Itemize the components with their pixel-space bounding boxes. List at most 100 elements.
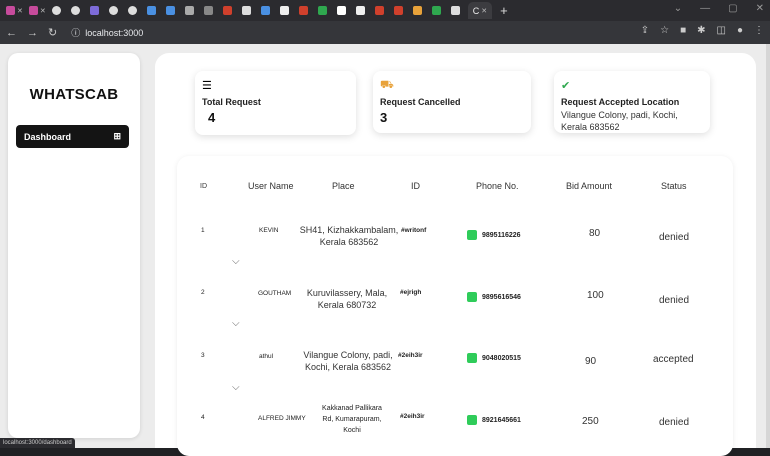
browser-tab[interactable] [392,2,409,19]
github-favicon-icon [70,6,80,15]
tab-close-icon[interactable]: ✕ [481,7,487,15]
row-status: denied [659,417,690,428]
link-status-bar: localhost:3000/dashboard [0,438,75,448]
main-content: ☰ Total Request 4 ⛟ Request Cancelled 3 … [155,53,756,456]
browser-tab[interactable] [430,2,447,19]
browser-tab[interactable]: ✕ [4,2,25,19]
column-header-phone: Phone No. [476,181,519,191]
maximize-icon[interactable]: ▢ [728,3,737,14]
row-id: 2 [201,289,205,296]
site-info-icon[interactable]: ⓘ [71,26,80,39]
site-favicon-icon [450,6,460,15]
site-favicon-icon [203,6,213,15]
stat-card-accepted-location: ✔ Request Accepted Location Vilangue Col… [554,71,710,133]
browser-tab[interactable] [373,2,390,19]
tab-close-icon[interactable]: ✕ [40,7,46,15]
browser-tab[interactable] [164,2,181,19]
row-id: 4 [201,414,205,421]
grid-icon: ⊞ [113,131,121,141]
menu-kebab-icon[interactable]: ⋮ [754,25,764,36]
sidepanel-icon[interactable]: ◫ [717,25,726,36]
new-tab-button[interactable]: + [500,3,508,18]
stat-label: Request Cancelled [380,97,461,107]
row-phone[interactable]: 8921645661 [467,415,521,425]
site-favicon-icon [374,6,384,15]
browser-tab[interactable] [354,2,371,19]
tab-close-icon[interactable]: ✕ [17,7,23,15]
row-ref-id: #2eih3ir [398,352,423,359]
address-bar-row: ← → ↻ ⓘ localhost:3000 ⇪ ☆ ■ ✱ ◫ ● ⋮ [0,21,770,44]
browser-tab[interactable] [50,2,67,19]
sidebar: WHATSCAB Dashboard ⊞ [8,53,140,438]
row-place: Kuruvilassery, Mala, Kerala 680732 [306,288,388,310]
row-phone[interactable]: 9048020515 [467,353,521,363]
row-bid: 90 [585,356,597,367]
browser-tab-strip: ✕ ✕ C ✕ + ⌄ — ▢ ✕ [0,0,770,21]
close-window-icon[interactable]: ✕ [756,3,764,14]
server-icon: ☰ [202,80,212,92]
expand-row-chevron-icon[interactable]: ⌵ [232,382,240,393]
browser-tab[interactable] [221,2,238,19]
expand-row-chevron-icon[interactable]: ⌵ [232,256,240,267]
browser-tab[interactable] [259,2,276,19]
site-favicon-icon [393,6,403,15]
site-favicon-icon [184,6,194,15]
tab-search-icon[interactable]: ⌄ [674,3,682,14]
row-ref-id: #2eih3ir [400,413,425,420]
stat-location: Vilangue Colony, padi, Kochi, Kerala 683… [561,110,678,132]
browser-tab[interactable] [335,2,352,19]
active-tab-label: C [472,5,480,16]
profile-avatar-icon[interactable]: ● [737,25,743,36]
row-ref-id: #writonf [401,227,427,234]
active-browser-tab[interactable]: C ✕ [467,2,493,19]
expand-row-chevron-icon[interactable]: ⌵ [232,318,240,329]
toolbar-icons: ⇪ ☆ ■ ✱ ◫ ● ⋮ [641,25,764,36]
extension-icon[interactable]: ■ [680,25,686,36]
browser-tab[interactable] [316,2,333,19]
browser-tab[interactable] [278,2,295,19]
browser-tab[interactable] [240,2,257,19]
browser-tab[interactable] [202,2,219,19]
site-favicon-icon [241,6,251,15]
row-user: ALFRED JIMMY [258,415,306,422]
extensions-puzzle-icon[interactable]: ✱ [697,25,705,36]
back-icon[interactable]: ← [6,27,17,39]
browser-tab[interactable]: ✕ [27,2,48,19]
whatsapp-icon [467,415,477,425]
bookmark-star-icon[interactable]: ☆ [660,25,669,36]
share-icon[interactable]: ⇪ [641,25,649,36]
browser-tab[interactable] [449,2,466,19]
url-field[interactable]: ⓘ localhost:3000 [71,26,143,39]
whatsapp-icon [467,292,477,302]
row-status: denied [659,232,690,243]
row-phone[interactable]: 9895616546 [467,292,521,302]
site-favicon-icon [89,6,99,15]
row-phone[interactable]: 9895116226 [467,230,521,240]
site-favicon-icon [355,6,365,15]
browser-tab[interactable] [297,2,314,19]
browser-tab[interactable] [411,2,428,19]
page-scrollbar[interactable] [766,44,770,448]
row-bid: 80 [589,228,601,239]
browser-tab[interactable] [126,2,143,19]
window-controls: ⌄ — ▢ ✕ [674,3,764,14]
browser-tab[interactable] [69,2,86,19]
browser-tab[interactable] [145,2,162,19]
github-favicon-icon [127,6,137,15]
sidebar-item-dashboard[interactable]: Dashboard ⊞ [16,125,129,148]
stat-card-total: ☰ Total Request 4 [195,71,356,135]
browser-tab[interactable] [183,2,200,19]
site-favicon-icon [222,6,232,15]
browser-tab[interactable] [88,2,105,19]
site-favicon-icon [165,6,175,15]
forward-icon[interactable]: → [27,27,38,39]
row-status: accepted [653,354,694,365]
stat-label: Total Request [202,97,261,107]
phone-number: 9895616546 [482,293,521,301]
minimize-icon[interactable]: — [700,3,710,14]
stat-label: Request Accepted Location [561,97,680,107]
github-favicon-icon [51,6,61,15]
reload-icon[interactable]: ↻ [48,26,57,39]
github-favicon-icon [108,6,118,15]
browser-tab[interactable] [107,2,124,19]
